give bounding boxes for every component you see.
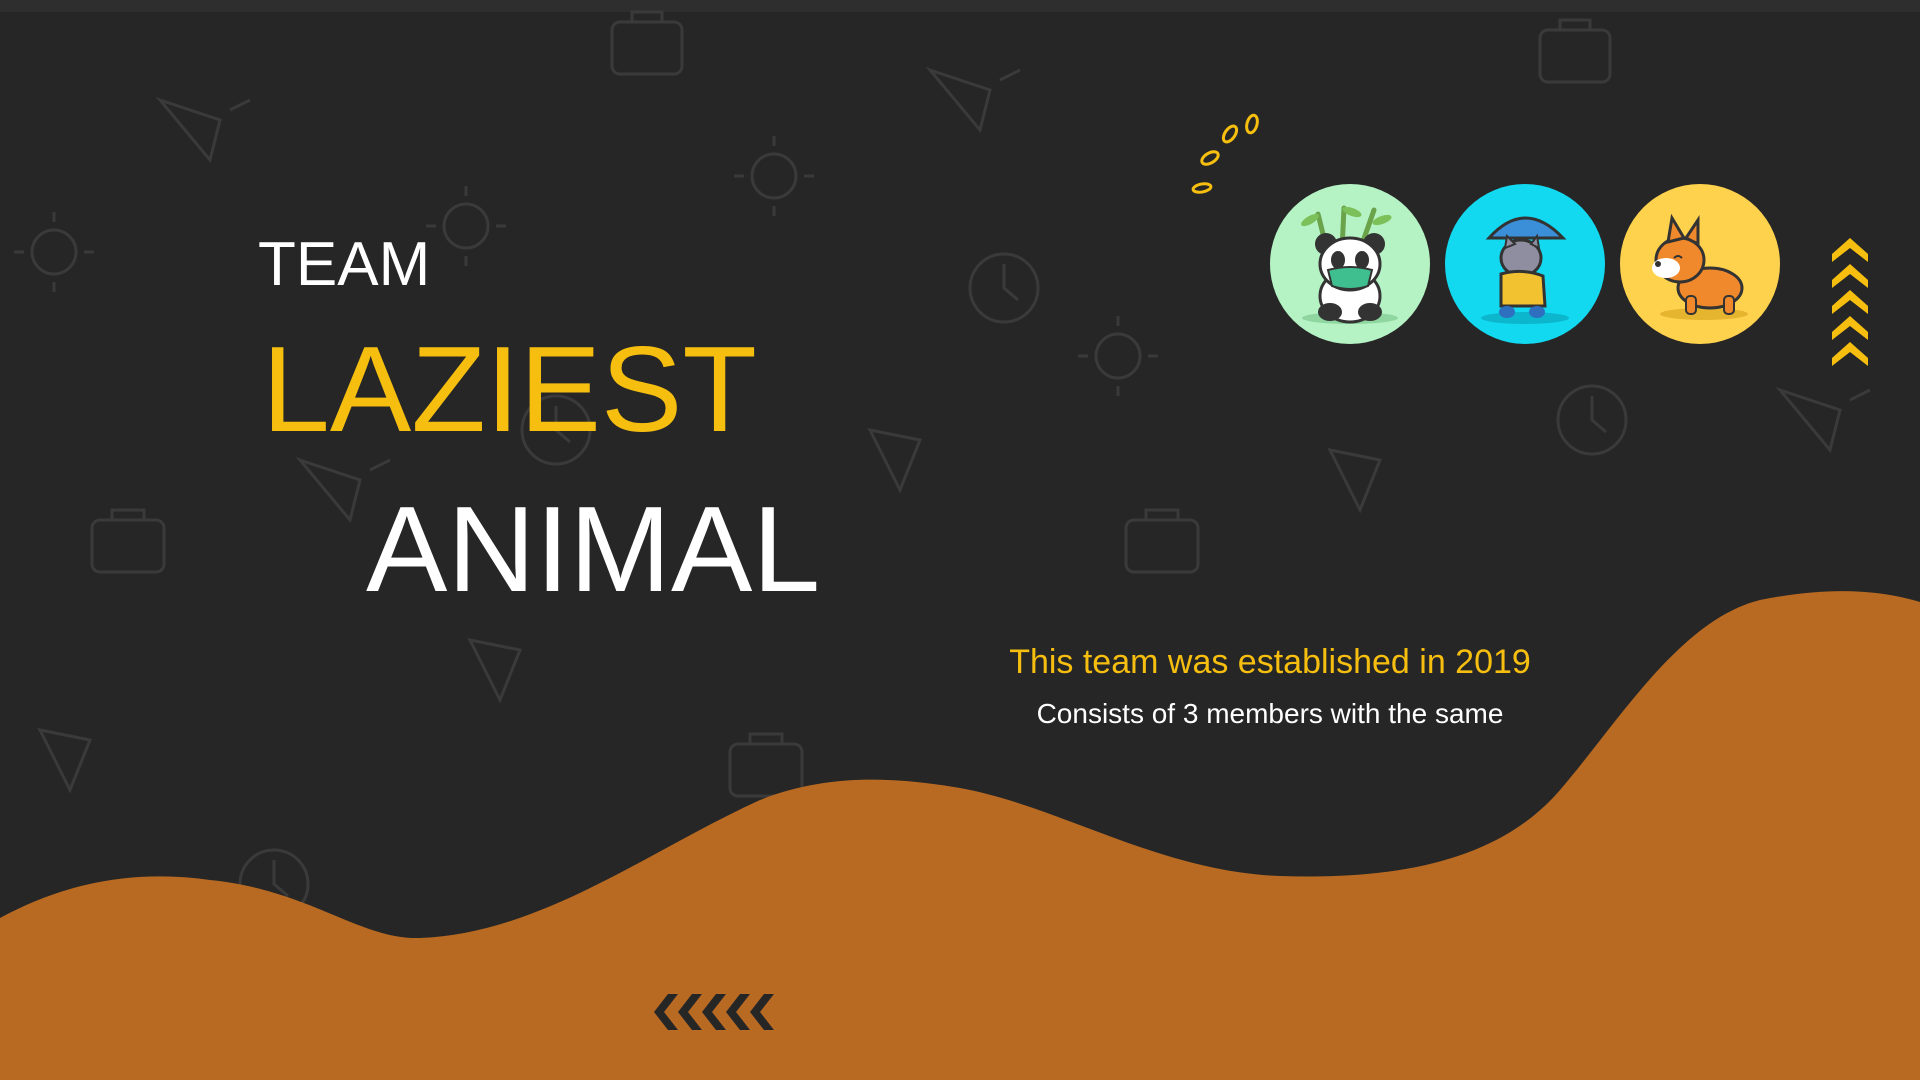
corgi-icon (1652, 213, 1748, 320)
chevrons-up-icon (1832, 238, 1868, 366)
orange-wave (0, 591, 1920, 1080)
avatar-cat (1445, 184, 1605, 344)
title-animal: ANIMAL (366, 481, 821, 617)
avatar-panda (1270, 184, 1430, 344)
avatar-corgi (1620, 184, 1780, 344)
sparkle-icon (1191, 113, 1259, 194)
cat-umbrella-icon (1481, 216, 1569, 324)
chevrons-left-icon (654, 994, 774, 1030)
panda-icon (1301, 205, 1398, 324)
slide: TEAM LAZIEST ANIMAL This team was establ… (0, 0, 1920, 1080)
title-team: TEAM (258, 230, 431, 299)
established-text: This team was established in 2019 (1009, 643, 1531, 681)
title-laziest: LAZIEST (262, 321, 757, 457)
subtitle-block: This team was established in 2019 Consis… (940, 642, 1600, 730)
members-text: Consists of 3 members with the same (1036, 697, 1504, 729)
